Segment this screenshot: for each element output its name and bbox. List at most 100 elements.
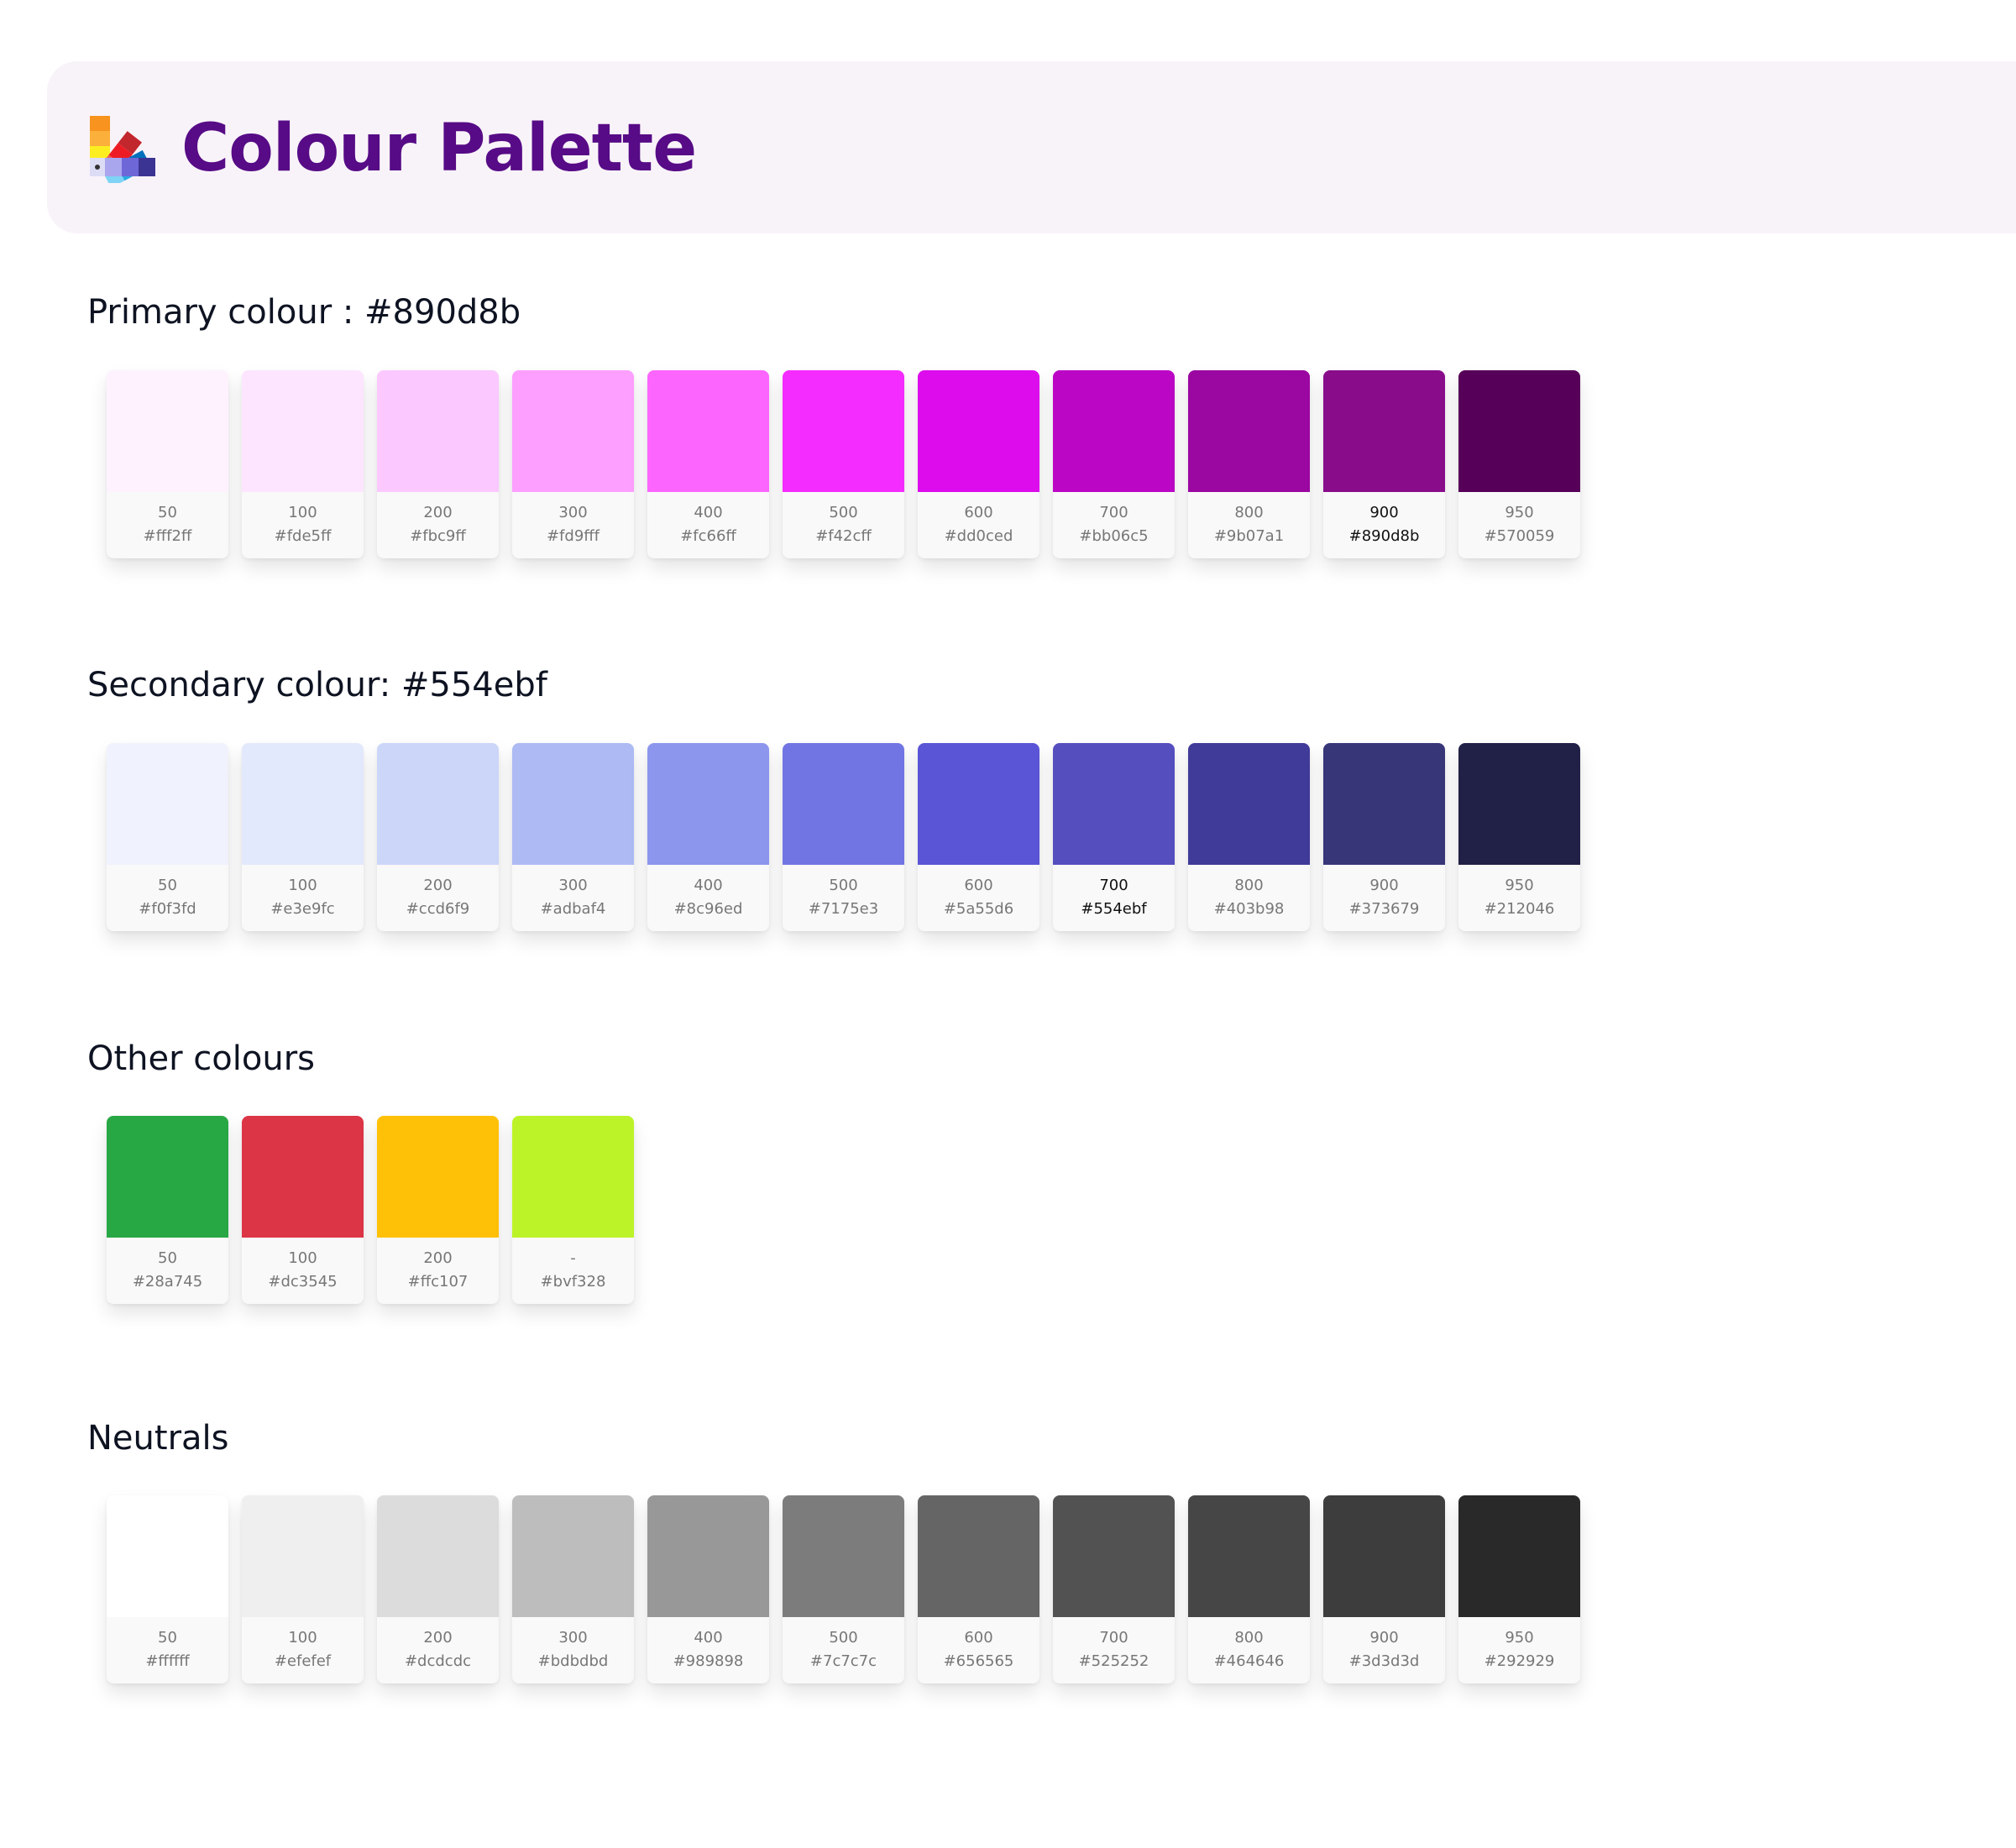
section-title-primary: Primary colour : #890d8b: [87, 293, 521, 332]
swatch-hex-label: #403b98: [1213, 900, 1285, 918]
swatch-shade-label: 950: [1505, 877, 1534, 894]
colour-swatch: 200 #fbc9ff: [377, 370, 499, 558]
swatch-shade-label: -: [570, 1249, 576, 1267]
swatch-colour-chip: [647, 743, 769, 865]
colour-swatch: 700 #525252: [1053, 1495, 1175, 1683]
swatch-shade-label: 500: [829, 1629, 858, 1646]
swatch-row-primary: 50 #fff2ff 100 #fde5ff 200 #fbc9ff 300 #fd9fff 4…: [107, 370, 1580, 558]
swatch-colour-chip: [1188, 1495, 1310, 1617]
swatch-hex-label: #570059: [1484, 527, 1555, 545]
swatch-colour-chip: [1323, 370, 1445, 492]
colour-swatch: 900 #373679: [1323, 743, 1445, 931]
colour-swatch: 200 #ccd6f9: [377, 743, 499, 931]
swatch-shade-label: 500: [829, 504, 858, 521]
swatch-hex-label: #5a55d6: [943, 900, 1014, 918]
swatch-hex-label: #efefef: [274, 1652, 332, 1670]
swatch-colour-chip: [242, 1495, 364, 1617]
swatch-hex-label: #9b07a1: [1213, 527, 1285, 545]
swatch-shade-label: 800: [1234, 877, 1264, 894]
colour-swatch: 200 #dcdcdc: [377, 1495, 499, 1683]
swatch-shade-label: 100: [288, 877, 317, 894]
swatch-colour-chip: [107, 370, 228, 492]
swatch-shade-label: 100: [288, 1249, 317, 1267]
swatch-shade-label: 300: [558, 504, 588, 521]
swatch-colour-chip: [107, 1116, 228, 1238]
swatch-shade-label: 100: [288, 1629, 317, 1646]
swatch-shade-label: 200: [423, 1629, 453, 1646]
swatch-colour-chip: [107, 1495, 228, 1617]
swatch-colour-chip: [377, 1116, 499, 1238]
swatch-hex-label: #fff2ff: [143, 527, 192, 545]
swatch-shade-label: 700: [1099, 1629, 1128, 1646]
colour-swatch: 100 #efefef: [242, 1495, 364, 1683]
colour-swatch: 100 #dc3545: [242, 1116, 364, 1304]
swatch-hex-label: #fd9fff: [546, 527, 600, 545]
swatch-shade-label: 900: [1369, 1629, 1399, 1646]
swatch-shade-label: 300: [558, 1629, 588, 1646]
swatch-hex-label: #dcdcdc: [404, 1652, 472, 1670]
swatch-colour-chip: [918, 743, 1039, 865]
swatch-colour-chip: [1053, 1495, 1175, 1617]
swatch-hex-label: #554ebf: [1081, 900, 1147, 918]
swatch-shade-label: 800: [1234, 1629, 1264, 1646]
swatch-hex-label: #28a745: [132, 1273, 203, 1290]
colour-swatch: 950 #212046: [1458, 743, 1580, 931]
colour-swatch: 400 #fc66ff: [647, 370, 769, 558]
colour-swatch: 50 #f0f3fd: [107, 743, 228, 931]
swatch-shade-label: 200: [423, 877, 453, 894]
swatch-hex-label: #7175e3: [808, 900, 879, 918]
colour-swatch: 800 #403b98: [1188, 743, 1310, 931]
colour-swatch: 400 #8c96ed: [647, 743, 769, 931]
colour-swatch: 900 #3d3d3d: [1323, 1495, 1445, 1683]
swatch-hex-label: #dd0ced: [944, 527, 1013, 545]
swatch-colour-chip: [1323, 1495, 1445, 1617]
swatch-colour-chip: [1053, 743, 1175, 865]
swatch-colour-chip: [1458, 743, 1580, 865]
swatch-hex-label: #ccd6f9: [406, 900, 470, 918]
colour-swatch: 600 #dd0ced: [918, 370, 1039, 558]
colour-swatch: 300 #bdbdbd: [512, 1495, 634, 1683]
swatch-colour-chip: [647, 1495, 769, 1617]
swatch-shade-label: 950: [1505, 504, 1534, 521]
swatch-colour-chip: [377, 743, 499, 865]
swatch-shade-label: 50: [158, 1249, 177, 1267]
swatch-colour-chip: [918, 1495, 1039, 1617]
swatch-hex-label: #f0f3fd: [139, 900, 196, 918]
swatch-colour-chip: [1458, 370, 1580, 492]
swatch-shade-label: 200: [423, 1249, 453, 1267]
swatch-hex-label: #adbaf4: [540, 900, 606, 918]
swatch-colour-chip: [377, 370, 499, 492]
swatch-hex-label: #fc66ff: [680, 527, 736, 545]
colour-swatch: 800 #9b07a1: [1188, 370, 1310, 558]
swatch-hex-label: #bdbdbd: [537, 1652, 609, 1670]
swatch-shade-label: 950: [1505, 1629, 1534, 1646]
colour-swatch: 400 #989898: [647, 1495, 769, 1683]
swatch-hex-label: #bb06c5: [1079, 527, 1149, 545]
swatch-hex-label: #890d8b: [1348, 527, 1420, 545]
swatch-colour-chip: [1458, 1495, 1580, 1617]
swatch-shade-label: 100: [288, 504, 317, 521]
swatch-colour-chip: [783, 743, 904, 865]
colour-swatch: 500 #f42cff: [783, 370, 904, 558]
swatch-hex-label: #f42cff: [815, 527, 872, 545]
swatch-hex-label: #e3e9fc: [270, 900, 335, 918]
swatch-colour-chip: [512, 1495, 634, 1617]
swatch-colour-chip: [512, 370, 634, 492]
swatch-hex-label: #bvf328: [540, 1273, 606, 1290]
swatch-hex-label: #373679: [1348, 900, 1420, 918]
swatch-colour-chip: [918, 370, 1039, 492]
colour-swatch: 50 #fff2ff: [107, 370, 228, 558]
colour-swatch: 950 #292929: [1458, 1495, 1580, 1683]
swatch-colour-chip: [1188, 743, 1310, 865]
swatch-colour-chip: [1188, 370, 1310, 492]
colour-swatch: 700 #554ebf: [1053, 743, 1175, 931]
swatch-shade-label: 50: [158, 1629, 177, 1646]
swatch-hex-label: #7c7c7c: [809, 1652, 877, 1670]
section-title-secondary: Secondary colour: #554ebf: [87, 666, 547, 704]
swatch-colour-chip: [1053, 370, 1175, 492]
swatch-shade-label: 700: [1099, 877, 1128, 894]
swatch-shade-label: 400: [694, 877, 723, 894]
swatch-hex-label: #3d3d3d: [1348, 1652, 1420, 1670]
swatch-shade-label: 900: [1369, 877, 1399, 894]
swatch-colour-chip: [512, 1116, 634, 1238]
